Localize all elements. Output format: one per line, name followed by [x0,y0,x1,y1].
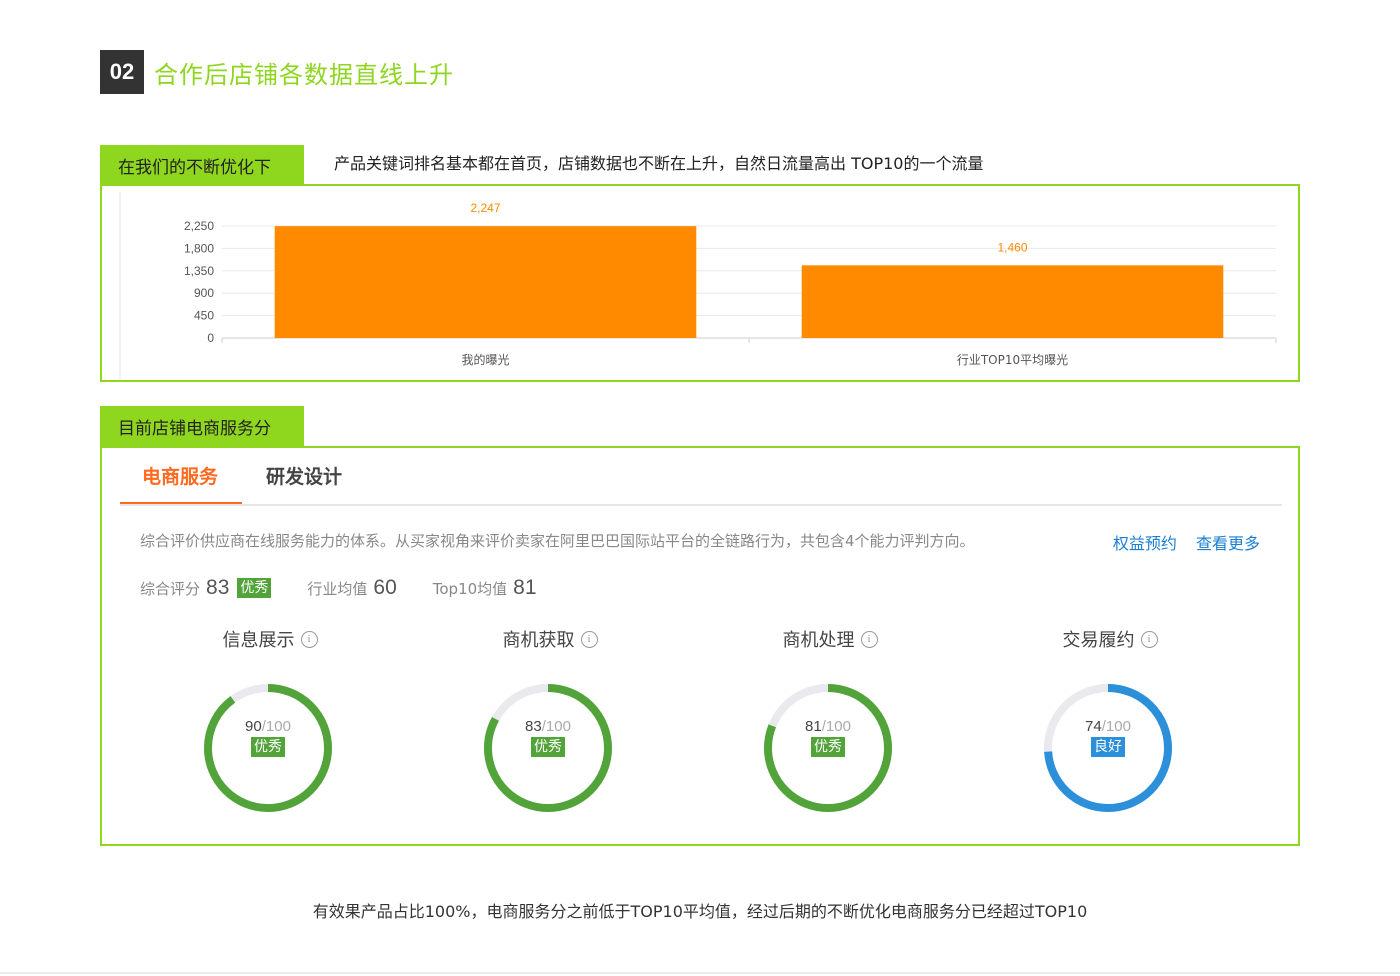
metric-title: 商机处理 [782,630,855,651]
service-description: 综合评价供应商在线服务能力的体系。从买家视角来评价卖家在阿里巴巴国际站平台的全链… [140,532,975,550]
metric-title: 商机获取 [502,630,575,651]
info-icon[interactable]: i [1140,630,1158,648]
tab-rd-design[interactable]: 研发设计 [266,462,342,503]
exposure-description: 产品关键词排名基本都在首页，店铺数据也不断在上升，自然日流量高出 TOP10的一… [334,154,984,173]
x-category-label: 行业TOP10平均曝光 [957,353,1068,367]
industry-average-label: 行业均值 [307,579,368,598]
data-label: 2,247 [470,201,500,215]
x-category-label: 我的曝光 [461,352,509,367]
y-tick-label: 1,350 [184,264,214,278]
data-label: 1,460 [997,240,1027,254]
y-tick-label: 0 [207,331,214,345]
bar [274,226,697,338]
metric-trade-fulfillment: 交易履约 i 74/100 良好 [1000,626,1220,812]
overall-score-label: 综合评分 [140,579,201,598]
top10-average: Top10均值 81 [433,576,537,600]
metric-max: /100 [1101,718,1131,735]
section-title: 合作后店铺各数据直线上升 [154,60,454,89]
info-icon[interactable]: i [580,630,598,648]
service-links: 权益预约 查看更多 [1099,530,1260,554]
metric-score: 90 [245,718,262,735]
section-header: 02 合作后店铺各数据直线上升 [100,50,454,94]
overall-score-badge: 优秀 [237,578,272,598]
metric-score: 83 [525,718,542,735]
y-tick-label: 1,800 [184,241,214,255]
exposure-bar-chart: 0 450 900 1,350 1,800 2,250 2,247 我的曝光 1,460 行业TO… [119,192,1277,380]
overall-score-value: 83 [206,576,230,599]
tab-ecommerce-service[interactable]: 电商服务 [142,462,218,503]
metric-badge: 良好 [1091,737,1125,757]
service-label: 目前店铺电商服务分 [100,406,304,446]
exposure-label: 在我们的不断优化下 [100,145,304,185]
metric-score: 81 [805,718,822,735]
bar [801,265,1224,338]
y-tick-label: 2,250 [184,219,214,233]
metric-max: /100 [261,718,291,735]
top10-average-label: Top10均值 [432,579,508,598]
metric-lead-acquisition: 商机获取 i 83/100 优秀 [440,626,660,812]
metric-badge: 优秀 [531,737,565,757]
bottom-divider [0,972,1400,974]
view-more-link[interactable]: 查看更多 [1196,534,1260,553]
metric-badge: 优秀 [251,737,285,757]
service-panel: 电商服务 研发设计 综合评价供应商在线服务能力的体系。从买家视角来评价卖家在阿里… [100,446,1300,846]
y-tick-label: 450 [194,309,214,323]
metric-max: /100 [821,718,851,735]
active-tab-underline [120,502,242,504]
metric-info-display: 信息展示 i 90/100 优秀 [160,626,380,812]
footer-summary: 有效果产品占比100%，电商服务分之前低于TOP10平均值，经过后期的不断优化电… [312,902,1088,921]
metric-title: 信息展示 [222,630,295,651]
section-number: 02 [100,50,144,94]
top10-average-value: 81 [513,576,537,599]
service-tabs: 电商服务 研发设计 [120,448,1282,506]
y-tick-label: 900 [194,286,214,300]
metric-score: 74 [1085,718,1102,735]
metric-badge: 优秀 [811,737,845,757]
industry-average: 行业均值 60 [307,576,396,600]
info-icon[interactable]: i [860,630,878,648]
metric-lead-handling: 商机处理 i 81/100 优秀 [720,626,940,812]
score-summary: 综合评分 83 优秀 行业均值 60 Top10均值 81 [140,576,573,600]
industry-average-value: 60 [373,576,397,599]
rights-booking-link[interactable]: 权益预约 [1113,534,1177,553]
overall-score: 综合评分 83 优秀 [140,576,272,600]
info-icon[interactable]: i [300,630,318,648]
metric-title: 交易履约 [1062,630,1135,651]
metric-max: /100 [541,718,571,735]
exposure-chart-panel: 0 450 900 1,350 1,800 2,250 2,247 我的曝光 1,460 行业TO… [100,184,1300,382]
